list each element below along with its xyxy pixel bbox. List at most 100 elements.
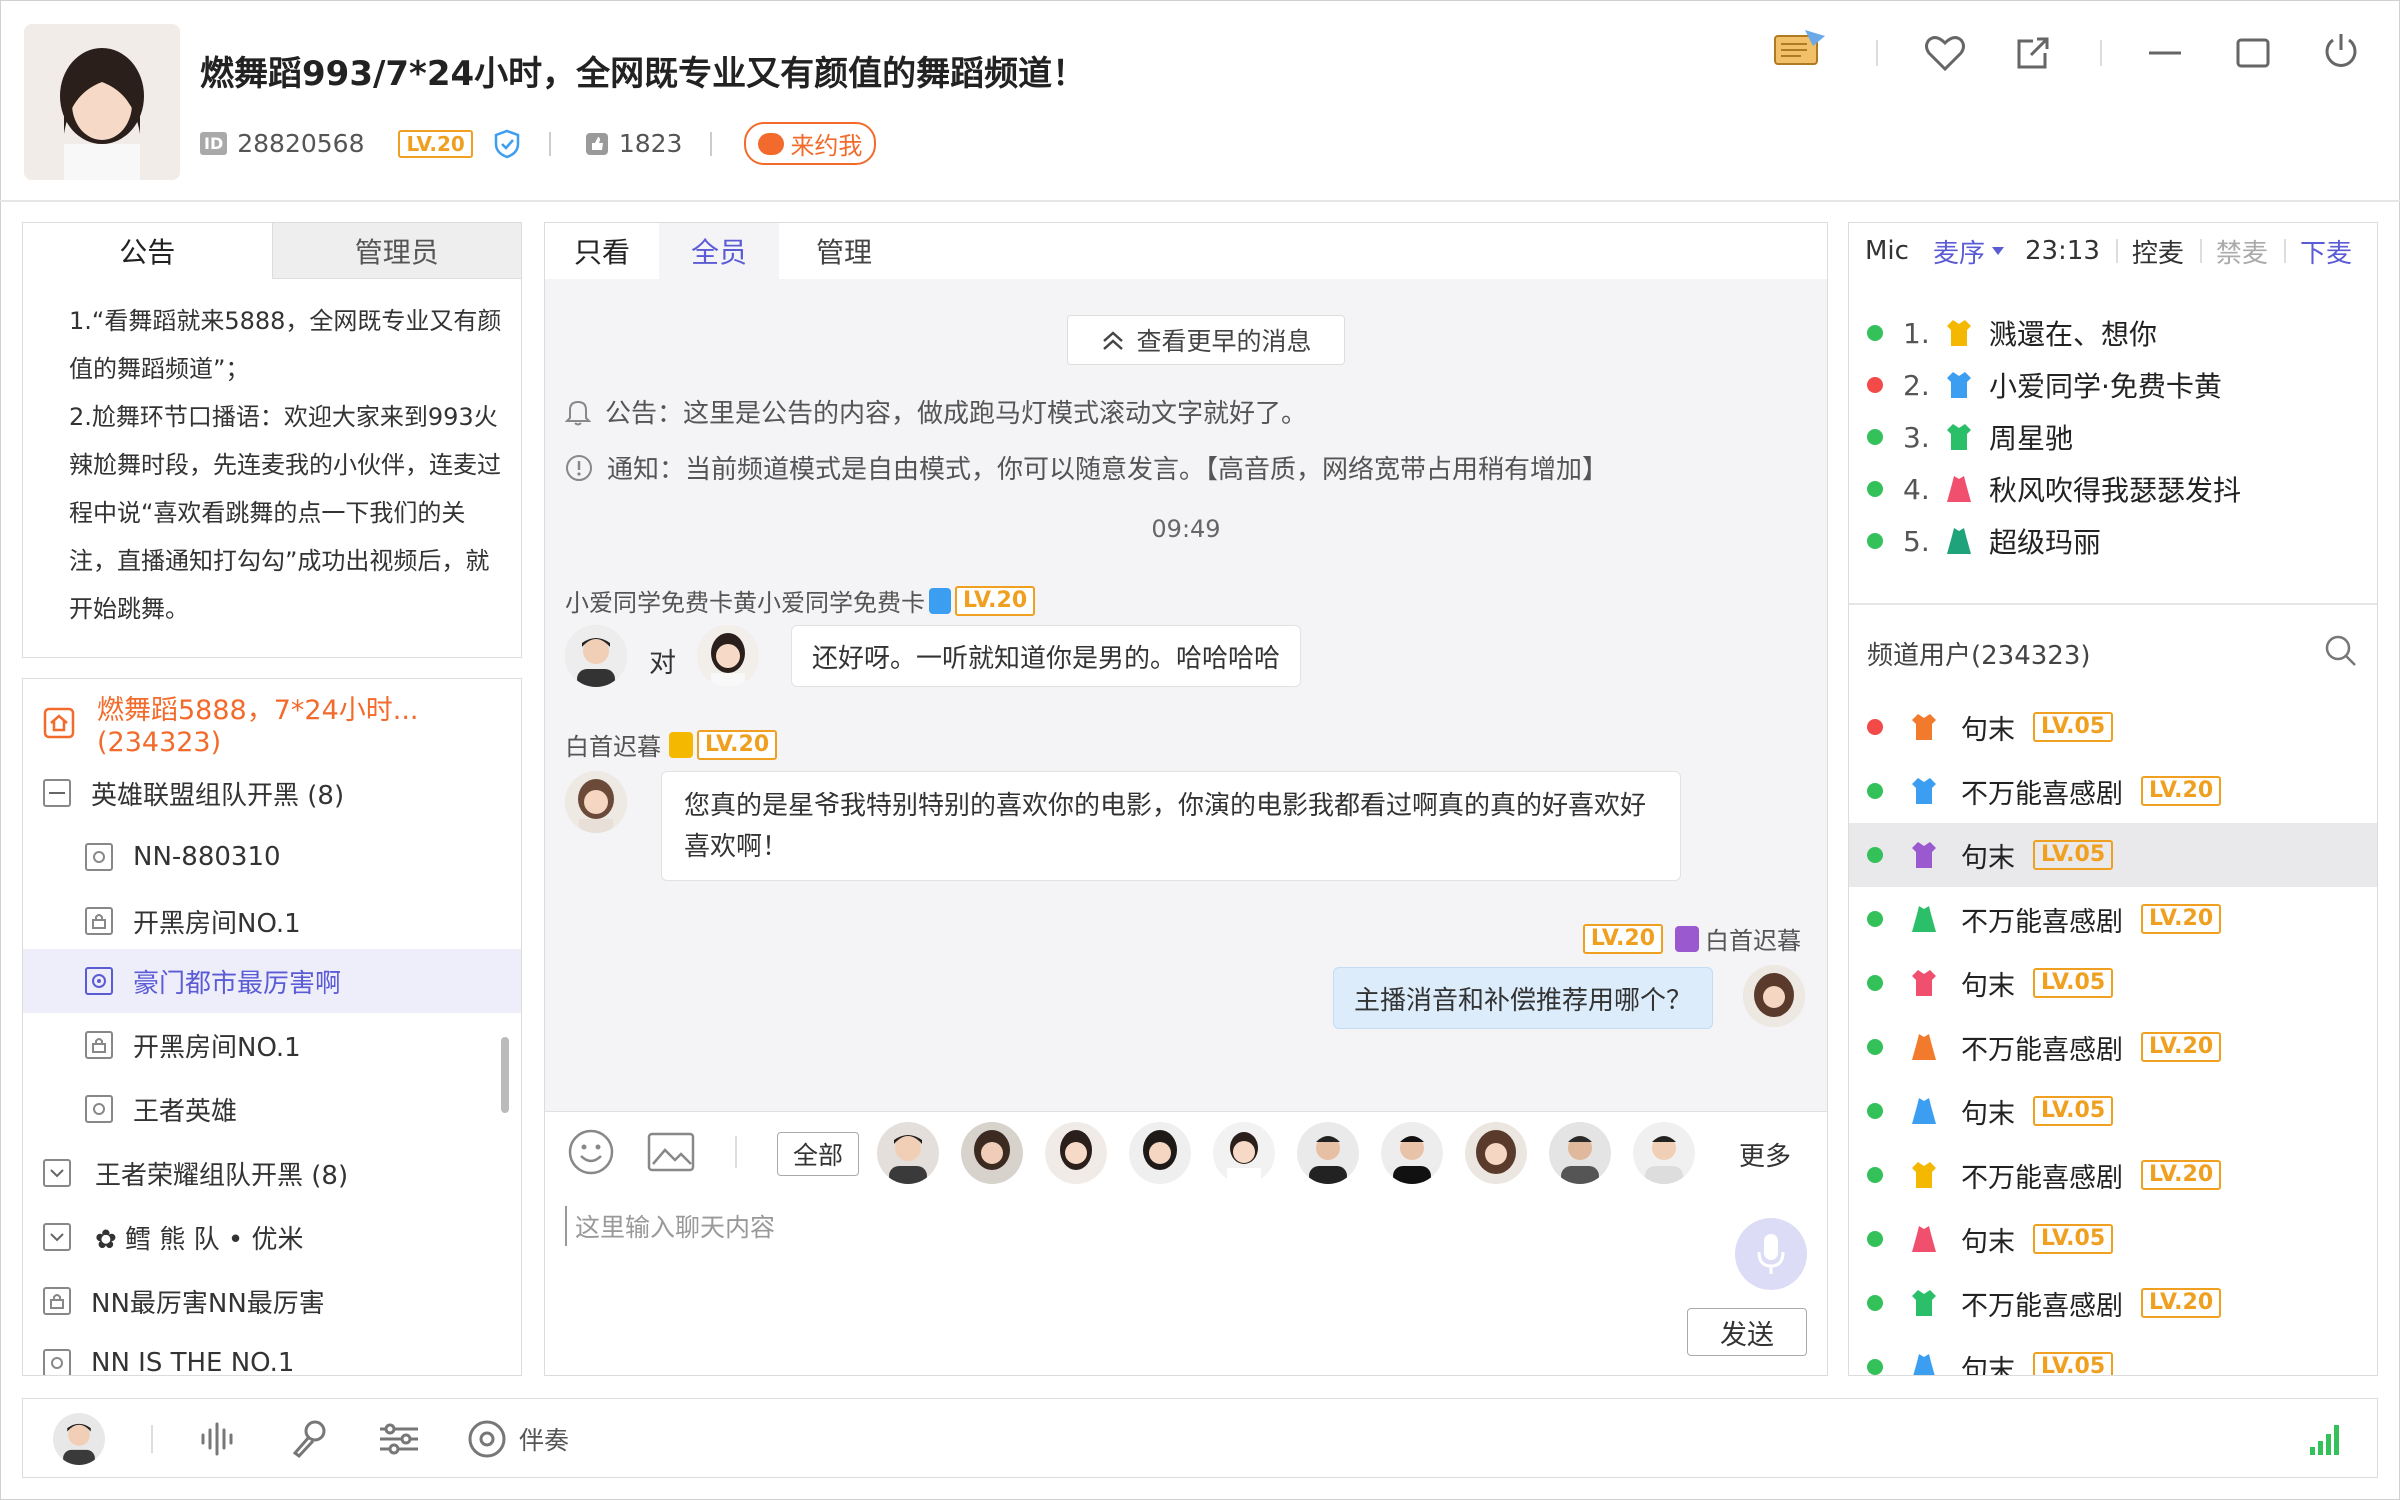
channel-id: 28820568 [237,129,365,158]
tab-only-view[interactable]: 只看 [545,223,659,279]
ban-mic-button[interactable]: 禁麦 [2216,233,2268,270]
quick-avatar[interactable] [1381,1122,1443,1184]
tab-all-members[interactable]: 全员 [659,223,779,279]
user-level: LV.20 [2141,776,2222,806]
sender-name[interactable]: 小爱同学免费卡黄小爱同学免费卡 [565,583,925,618]
announcement-notice: 公告：这里是公告的内容，做成跑马灯模式滚动文字就好了。 [565,393,1307,430]
my-avatar[interactable] [53,1413,105,1465]
equalizer-settings-icon[interactable] [375,1415,423,1463]
share-icon[interactable] [2008,28,2058,78]
vest-icon [1912,970,1936,996]
user-row[interactable]: 句末 LV.05 [1849,695,2377,759]
tab-announcement[interactable]: 公告 [23,223,272,279]
collapse-icon[interactable] [43,779,71,807]
mic-queue-item[interactable]: 5. 超级玛丽 [1849,515,2377,567]
tree-item-group[interactable]: ✿ 鳕 熊 队 • 优米 [43,1213,303,1261]
tree-item-group[interactable]: 王者荣耀组队开黑 (8) [43,1149,348,1197]
more-button[interactable]: 更多 [1739,1136,1791,1173]
sender-name[interactable]: 白首迟暮 [565,727,661,762]
message-bubble: 您真的是星爷我特别特别的喜欢你的电影，你演的电影我都看过啊真的真的好喜欢好喜欢啊… [661,771,1681,881]
leave-mic-button[interactable]: 下麦 [2300,233,2352,270]
dress-icon [1913,1354,1935,1375]
load-earlier-label: 查看更早的消息 [1136,327,1312,356]
accompaniment-button[interactable]: 伴奏 [467,1415,569,1463]
mic-queue-item[interactable]: 1. 溅還在、想你 [1849,307,2377,359]
self-avatar[interactable] [1743,965,1805,1027]
tree-label: 王者荣耀组队开黑 (8) [95,1160,349,1191]
mic-queue-item[interactable]: 4. 秋风吹得我瑟瑟发抖 [1849,463,2377,515]
all-recipients-button[interactable]: 全部 [777,1132,859,1176]
sender-level: LV.20 [955,585,1036,616]
mic-queue-item[interactable]: 2. 小爱同学·免费卡黄 [1849,359,2377,411]
control-mic-button[interactable]: 控麦 [2132,233,2184,270]
quick-avatar[interactable] [1213,1122,1275,1184]
tree-item-room[interactable]: 王者英雄 [85,1085,237,1133]
quick-avatar[interactable] [877,1122,939,1184]
message-sender-row: 小爱同学免费卡黄小爱同学免费卡 LV.20 [565,583,1036,618]
tree-item-room[interactable]: NN-880310 [85,833,281,881]
tree-item-room[interactable]: NN最厉害NN最厉害 [43,1277,325,1325]
chat-input[interactable]: 这里输入聊天内容 [565,1206,1665,1246]
date-me-button[interactable]: 来约我 [744,122,877,165]
user-row[interactable]: 句末 LV.05 [1849,1335,2377,1375]
user-row[interactable]: 不万能喜感剧 LV.20 [1849,1015,2377,1079]
gift-ticket-icon[interactable] [1770,24,1830,74]
maximize-icon[interactable] [2228,28,2278,78]
minimize-icon[interactable] [2140,28,2190,78]
tree-item-room[interactable]: 开黑房间NO.1 [85,897,301,945]
microphone-icon[interactable] [285,1415,333,1463]
load-earlier-button[interactable]: 查看更早的消息 [1067,315,1345,365]
tree-label: 英雄联盟组队开黑 (8) [91,780,345,811]
user-row[interactable]: 不万能喜感剧 LV.20 [1849,1143,2377,1207]
quick-avatar[interactable] [1045,1122,1107,1184]
audio-wave-icon[interactable] [195,1415,243,1463]
quick-avatar[interactable] [1297,1122,1359,1184]
channel-root-item[interactable]: 燃舞蹈5888，7*24小时...(234323) [23,695,521,758]
sender-avatar[interactable] [565,771,627,833]
mic-order-dropdown[interactable]: 麦序 [1933,233,2005,270]
user-row[interactable]: 不万能喜感剧 LV.20 [1849,887,2377,951]
quick-avatar[interactable] [961,1122,1023,1184]
expand-chevron-icon[interactable] [43,1223,71,1251]
tree-item-room-selected[interactable]: 豪门都市最厉害啊 [23,949,521,1013]
voice-input-mic-icon[interactable] [1735,1218,1807,1290]
user-row-hovered[interactable]: 句末 LV.05 [1849,823,2377,887]
queue-name: 秋风吹得我瑟瑟发抖 [1989,474,2242,507]
chat-timestamp: 09:49 [1151,515,1221,543]
lock-icon [85,1031,113,1059]
host-avatar[interactable] [24,24,180,180]
section-divider [1849,603,2377,605]
tree-item-room[interactable]: 开黑房间NO.1 [85,1021,301,1069]
tree-item-room[interactable]: NN IS THE NO.1 [43,1339,294,1375]
dress-icon [1912,1226,1936,1252]
recipient-avatar[interactable] [697,625,759,687]
mic-label: Mic [1865,236,1909,266]
quick-avatar[interactable] [1633,1122,1695,1184]
double-chevron-up-icon [1103,331,1124,350]
favorite-heart-icon[interactable] [1920,28,1970,78]
queue-name: 超级玛丽 [1989,526,2102,559]
tree-item-group[interactable]: 英雄联盟组队开黑 (8) [43,769,344,817]
user-row[interactable]: 句末 LV.05 [1849,1207,2377,1271]
tree-scrollbar[interactable] [501,1037,509,1113]
quick-avatar[interactable] [1465,1122,1527,1184]
send-button[interactable]: 发送 [1687,1308,1807,1356]
tab-manage[interactable]: 管理 [779,223,909,279]
user-name: 句末 [1961,842,2015,874]
user-row[interactable]: 不万能喜感剧 LV.20 [1849,759,2377,823]
image-icon[interactable] [645,1126,697,1178]
user-row[interactable]: 句末 LV.05 [1849,1079,2377,1143]
power-close-icon[interactable] [2316,26,2366,76]
expand-chevron-icon[interactable] [43,1159,71,1187]
quick-avatar[interactable] [1549,1122,1611,1184]
user-row[interactable]: 句末 LV.05 [1849,951,2377,1015]
tab-admins[interactable]: 管理员 [271,223,521,279]
user-row[interactable]: 不万能喜感剧 LV.20 [1849,1271,2377,1335]
quick-avatar[interactable] [1129,1122,1191,1184]
disc-icon [468,1420,506,1458]
sender-avatar[interactable] [565,625,627,687]
sender-name[interactable]: 白首迟暮 [1705,921,1801,956]
mic-queue-item[interactable]: 3. 周星驰 [1849,411,2377,463]
search-icon[interactable] [2319,629,2363,673]
emoji-icon[interactable] [565,1126,617,1178]
